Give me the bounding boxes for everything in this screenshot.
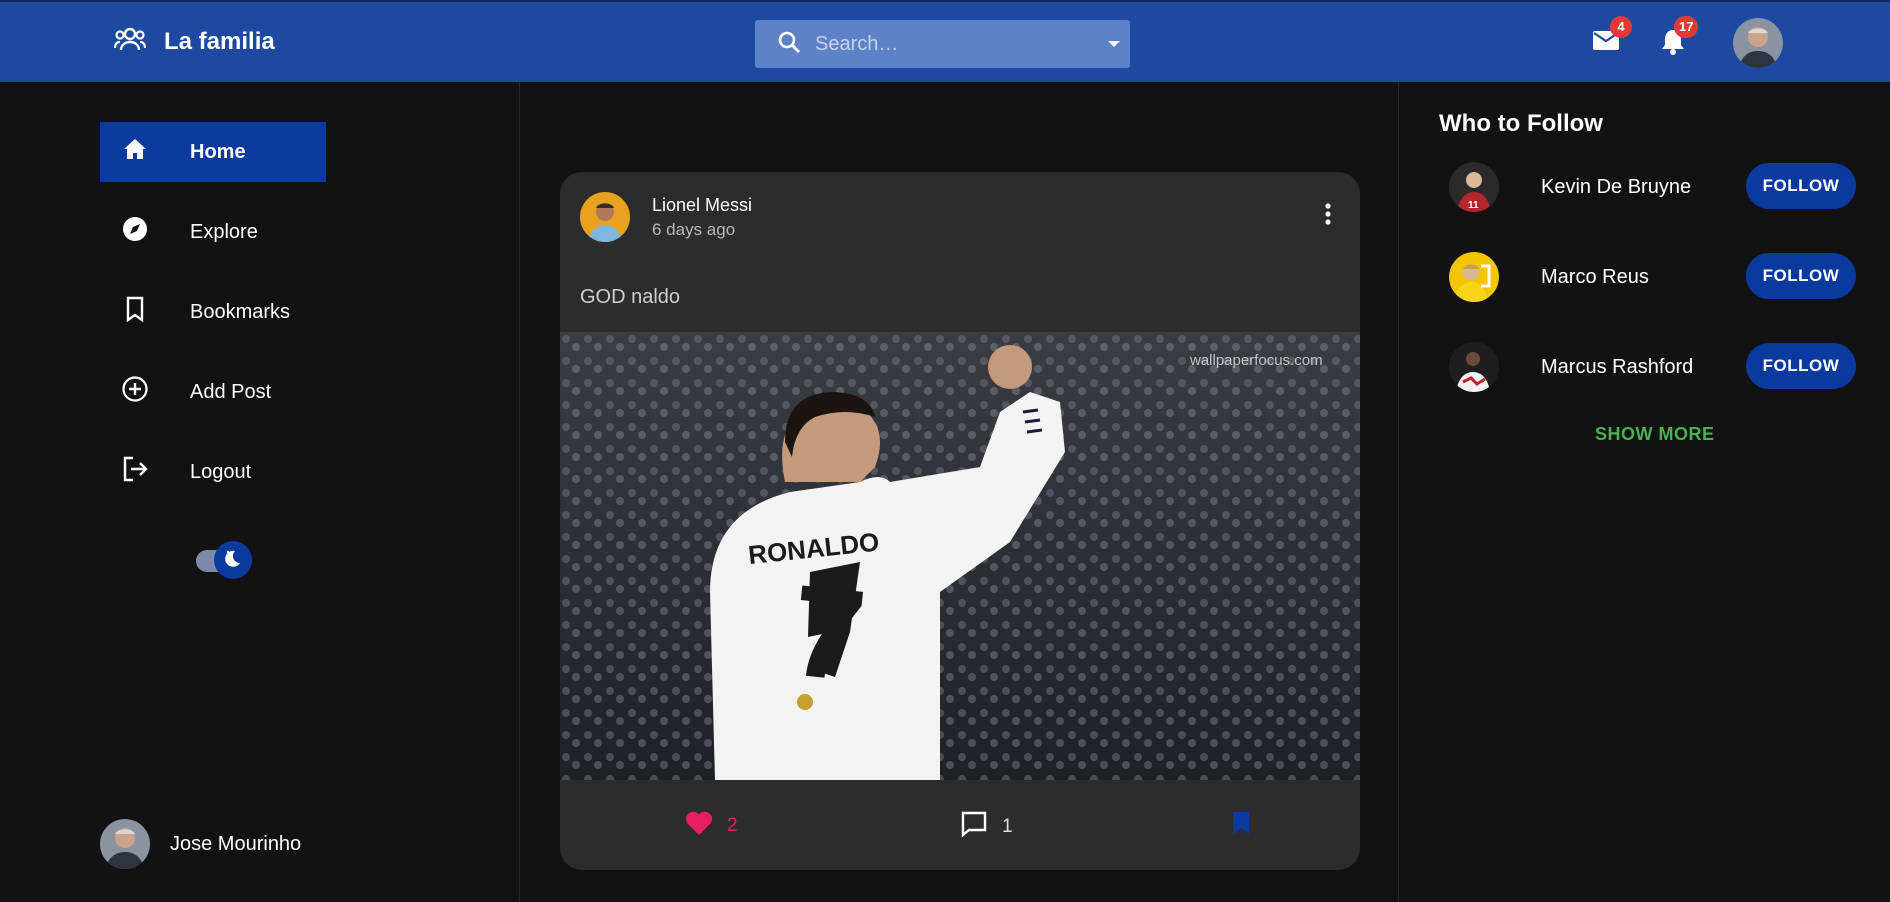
post-author[interactable]: Lionel Messi — [652, 195, 752, 216]
logout-icon — [122, 456, 148, 488]
add-circle-icon — [122, 376, 148, 408]
who-to-follow-title: Who to Follow — [1439, 110, 1603, 137]
follow-suggestion: Marco Reus FOLLOW — [1449, 252, 1869, 302]
bell-icon — [1660, 30, 1686, 60]
sidebar-item-add-post[interactable]: Add Post — [100, 362, 326, 422]
avatar[interactable] — [1449, 342, 1499, 392]
night-mode-icon — [223, 548, 243, 573]
avatar[interactable] — [1449, 252, 1499, 302]
show-more-button[interactable]: SHOW MORE — [1595, 424, 1715, 445]
post-card: Lionel Messi 6 days ago GOD naldo wallpa… — [560, 172, 1360, 870]
dark-mode-toggle[interactable] — [194, 540, 256, 580]
follow-suggestion: 11 Kevin De Bruyne FOLLOW — [1449, 162, 1869, 212]
notifications-badge: 17 — [1674, 16, 1699, 38]
search-box[interactable] — [755, 20, 1130, 68]
suggested-user-name[interactable]: Kevin De Bruyne — [1541, 176, 1751, 199]
sidebar-item-label: Bookmarks — [190, 300, 291, 323]
post-actions: 2 1 — [560, 780, 1360, 870]
current-user[interactable]: Jose Mourinho — [100, 819, 301, 869]
suggested-user-name[interactable]: Marcus Rashford — [1541, 356, 1751, 379]
bookmark-filled-icon — [1230, 810, 1252, 842]
left-sidebar: Home Explore Bookmarks Add Post Logout J… — [0, 82, 520, 902]
comment-icon — [960, 810, 988, 844]
sidebar-item-home[interactable]: Home — [100, 122, 326, 182]
top-app-bar: La familia 4 17 — [0, 0, 1890, 82]
like-button[interactable]: 2 — [685, 810, 738, 842]
heart-icon — [685, 810, 713, 842]
post-header: Lionel Messi 6 days ago — [580, 192, 752, 242]
more-vert-icon — [1324, 203, 1332, 230]
mail-badge: 4 — [1610, 16, 1632, 38]
profile-avatar[interactable] — [1733, 18, 1783, 68]
notifications-button[interactable]: 17 — [1660, 16, 1699, 61]
sidebar-item-label: Home — [190, 140, 246, 163]
bookmark-icon — [122, 296, 148, 328]
post-text: GOD naldo — [580, 286, 681, 308]
jersey-number: 7 — [785, 556, 872, 709]
suggested-user-name[interactable]: Marco Reus — [1541, 266, 1751, 289]
avatar[interactable]: 11 — [1449, 162, 1499, 212]
current-user-name: Jose Mourinho — [170, 832, 302, 855]
home-icon — [122, 137, 148, 167]
more-options-button[interactable] — [1324, 202, 1332, 231]
comment-button[interactable]: 1 — [960, 810, 1013, 844]
search-input[interactable] — [815, 32, 1085, 56]
post-image: wallpaperfocus.com RONALDO 7 — [560, 332, 1360, 780]
sidebar-item-label: Logout — [190, 460, 252, 483]
sidebar-item-bookmarks[interactable]: Bookmarks — [100, 282, 326, 342]
compass-icon — [122, 216, 148, 248]
brand[interactable]: La familia — [113, 26, 275, 57]
sidebar-item-label: Add Post — [190, 380, 272, 403]
app-title: La familia — [164, 27, 275, 55]
sidebar-item-label: Explore — [190, 220, 258, 243]
toggle-knob[interactable] — [214, 541, 252, 579]
post-timestamp: 6 days ago — [652, 219, 736, 239]
moon-icon — [122, 540, 146, 571]
theme-row — [122, 540, 252, 579]
right-sidebar: Who to Follow 11 Kevin De Bruyne FOLLOW … — [1398, 82, 1890, 902]
comment-count: 1 — [1002, 816, 1013, 837]
search-icon — [777, 30, 801, 59]
chevron-down-icon[interactable] — [1108, 41, 1120, 47]
like-count: 2 — [727, 815, 738, 836]
post-image-watermark: wallpaperfocus.com — [1189, 352, 1323, 369]
avatar — [100, 819, 150, 869]
group-icon — [113, 26, 147, 57]
follow-suggestion: Marcus Rashford FOLLOW — [1449, 342, 1869, 392]
follow-button[interactable]: FOLLOW — [1746, 253, 1856, 299]
follow-button[interactable]: FOLLOW — [1746, 343, 1856, 389]
mail-icon — [1592, 31, 1620, 56]
mail-button[interactable]: 4 — [1592, 16, 1632, 57]
sidebar-item-logout[interactable]: Logout — [100, 442, 326, 502]
sidebar-item-explore[interactable]: Explore — [100, 202, 326, 262]
svg-text:11: 11 — [1468, 200, 1479, 211]
follow-button[interactable]: FOLLOW — [1746, 163, 1856, 209]
avatar[interactable] — [580, 192, 630, 242]
bookmark-button[interactable] — [1230, 810, 1252, 842]
